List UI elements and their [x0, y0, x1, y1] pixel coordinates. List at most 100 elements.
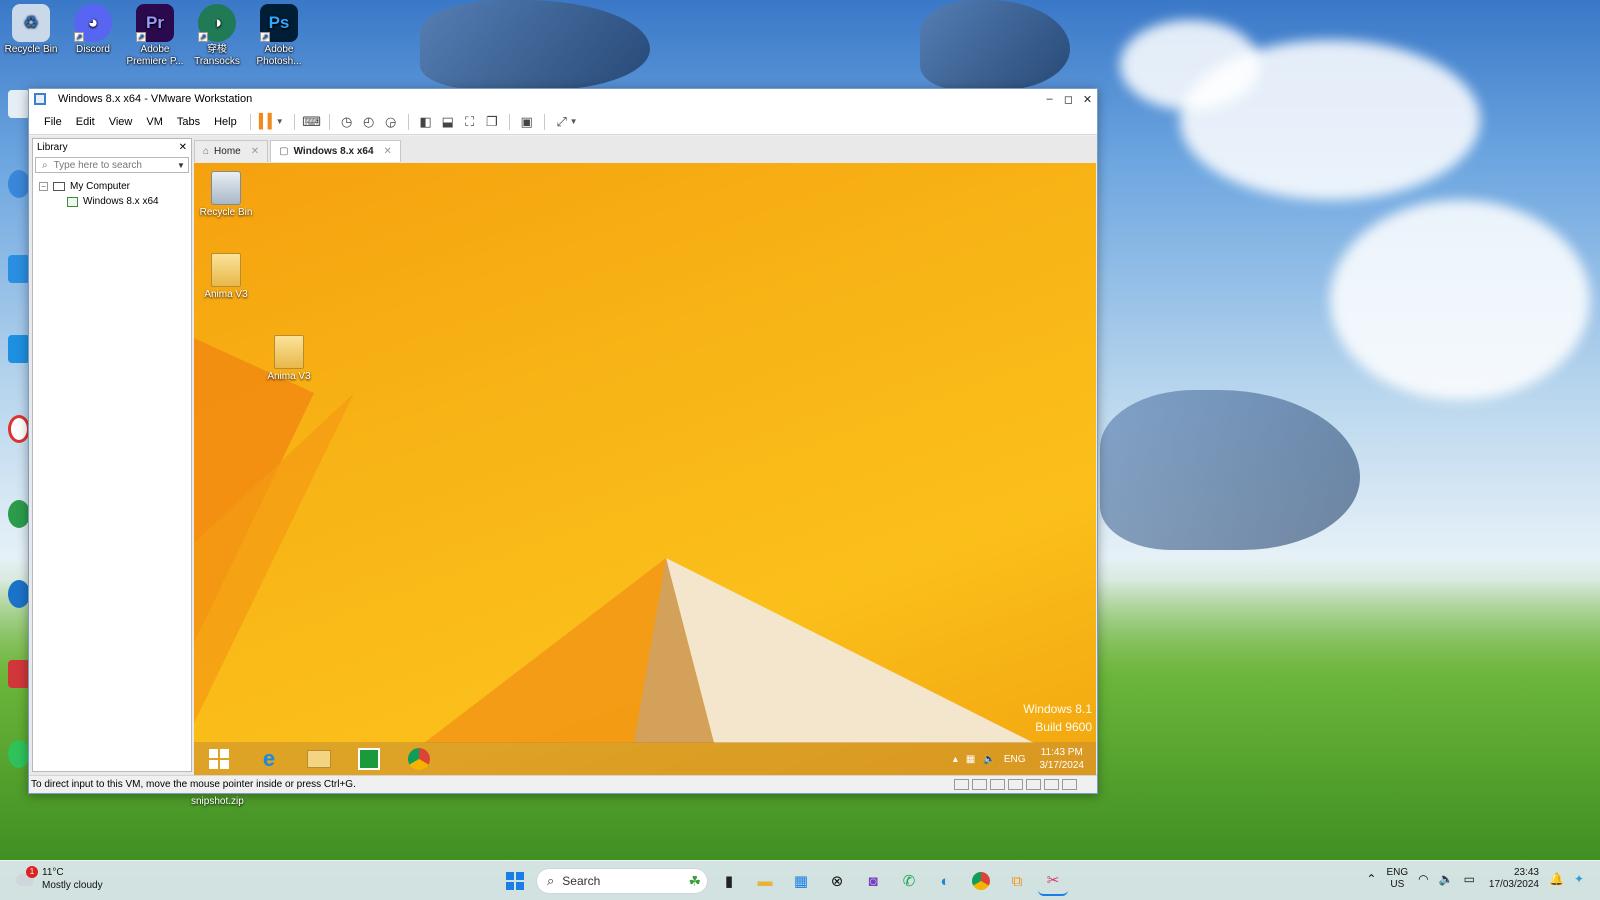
send-ctrl-alt-del-icon[interactable]: ⌨	[301, 112, 323, 132]
snapshot-icon[interactable]: ◷	[336, 112, 358, 132]
battery-icon[interactable]: ▭	[1464, 872, 1475, 886]
network-icon[interactable]: ▦	[966, 754, 975, 765]
task-view-icon[interactable]: ▮	[714, 866, 744, 896]
file-explorer-icon[interactable]	[294, 742, 344, 776]
guest-time: 11:43 PM	[1040, 747, 1083, 758]
host-clock[interactable]: 23:43 17/03/2024	[1489, 867, 1539, 891]
desktop-icon-recycle-bin[interactable]: ♻ Recycle Bin	[0, 4, 62, 68]
tab-home[interactable]: ⌂ Home ✕	[194, 140, 269, 162]
app-icon[interactable]	[8, 740, 30, 768]
edge-icon[interactable]: ◐	[930, 866, 960, 896]
message-icon[interactable]	[1062, 779, 1077, 790]
language-line: US	[1390, 879, 1405, 890]
menu-view[interactable]: View	[102, 116, 140, 128]
guest-icon-anima-folder[interactable]: Anima V3	[196, 253, 256, 300]
app-icon[interactable]	[8, 335, 30, 363]
chevron-down-icon[interactable]: ▼	[570, 117, 578, 126]
start-button[interactable]	[502, 868, 528, 894]
internet-explorer-icon[interactable]: e	[244, 742, 294, 776]
library-close-button[interactable]: ✕	[179, 142, 187, 153]
app-icon[interactable]	[8, 500, 30, 528]
revert-snapshot-icon[interactable]: ◴	[358, 112, 380, 132]
guest-language[interactable]: ENG	[1004, 754, 1026, 765]
show-library-icon[interactable]: ◧	[415, 112, 437, 132]
guest-icon-recycle-bin[interactable]: Recycle Bin	[196, 171, 256, 218]
desktop-icon-photoshop[interactable]: Ps ↗ Adobe Photosh...	[248, 4, 310, 68]
desktop-icon-transocks[interactable]: ◑ ↗ 穿梭 Transocks	[186, 4, 248, 68]
menu-help[interactable]: Help	[207, 116, 244, 128]
desktop-icon-label: Adobe Photosh...	[256, 44, 302, 67]
tree-item-my-computer[interactable]: − My Computer	[39, 179, 191, 194]
guest-clock[interactable]: 11:43 PM 3/17/2024	[1040, 746, 1085, 772]
store-icon[interactable]	[344, 742, 394, 776]
tab-close-icon[interactable]: ✕	[251, 146, 259, 157]
app-icon[interactable]: ◙	[858, 866, 888, 896]
microsoft-store-icon[interactable]: ▦	[786, 866, 816, 896]
minimize-button[interactable]: –	[1040, 93, 1059, 106]
full-screen-icon[interactable]: ⛶	[459, 112, 481, 132]
network-adapter-icon[interactable]	[990, 779, 1005, 790]
library-search[interactable]: ⌕ Type here to search ▼	[35, 157, 189, 173]
chevron-down-icon[interactable]: ▼	[174, 161, 188, 170]
sound-card-icon[interactable]	[1008, 779, 1023, 790]
hard-disk-icon[interactable]	[954, 779, 969, 790]
host-date: 17/03/2024	[1488, 879, 1539, 890]
taskbar-search[interactable]: ⌕ Search ☘	[536, 868, 708, 894]
close-button[interactable]: ✕	[1078, 93, 1097, 106]
cd-drive-icon[interactable]	[972, 779, 987, 790]
library-header: Library ✕	[33, 139, 191, 155]
chrome-icon[interactable]	[966, 866, 996, 896]
app-icon[interactable]	[8, 255, 30, 283]
desktop-icon-discord[interactable]: ◕ ↗ Discord	[62, 4, 124, 68]
guest-screen[interactable]: Recycle Bin Anima V3 Anima V3 Windows 8.…	[194, 163, 1096, 776]
maximize-button[interactable]: ◻	[1059, 93, 1078, 106]
console-view-icon[interactable]: ▣	[516, 112, 538, 132]
menu-edit[interactable]: Edit	[69, 116, 102, 128]
notification-bell-icon[interactable]: 🔔	[1549, 872, 1564, 886]
app-icon[interactable]	[8, 90, 30, 118]
app-icon[interactable]	[8, 660, 30, 688]
vmware-icon[interactable]: ⧉	[1002, 866, 1032, 896]
weather-widget[interactable]: 1 11°C Mostly cloudy	[14, 866, 103, 892]
menu-tabs[interactable]: Tabs	[170, 116, 207, 128]
volume-icon[interactable]: 🔈	[1439, 872, 1454, 886]
whatsapp-icon[interactable]: ✆	[894, 866, 924, 896]
xbox-icon[interactable]: ⊗	[822, 866, 852, 896]
snipping-tool-icon[interactable]: ✂	[1038, 866, 1068, 896]
display-icon[interactable]	[1044, 779, 1059, 790]
tab-close-icon[interactable]: ✕	[384, 146, 392, 157]
toolbar-separator	[508, 113, 510, 130]
file-explorer-icon[interactable]: ▬	[750, 866, 780, 896]
chevron-up-icon[interactable]: ▴	[953, 754, 958, 765]
guest-icon-anima-zip[interactable]: Anima V3	[259, 335, 319, 382]
guest-taskbar: e ▴ ▦ 🔈 ENG 11:43 PM 3/17/2024	[194, 742, 1096, 776]
snapshot-manager-icon[interactable]: ◶	[380, 112, 402, 132]
app-icon[interactable]	[8, 580, 30, 608]
volume-icon[interactable]: 🔈	[983, 754, 995, 765]
background-cloud	[1120, 20, 1260, 110]
desktop-icon-premiere[interactable]: Pr ↗ Adobe Premiere P...	[124, 4, 186, 68]
collapse-icon[interactable]: −	[39, 182, 48, 191]
vm-icon: ▢	[279, 146, 289, 157]
language-indicator[interactable]: ENG US	[1386, 867, 1408, 891]
title-bar[interactable]: Windows 8.x x64 - VMware Workstation – ◻…	[29, 89, 1097, 109]
shortcut-arrow-icon: ↗	[136, 32, 146, 42]
usb-icon[interactable]	[1026, 779, 1041, 790]
watermark-line: Windows 8.1	[1023, 702, 1092, 716]
tree-item-vm[interactable]: Windows 8.x x64	[39, 194, 191, 209]
menu-file[interactable]: File	[37, 116, 69, 128]
library-search-input[interactable]: Type here to search	[48, 160, 174, 171]
app-icon[interactable]	[8, 170, 30, 198]
copilot-icon[interactable]: ✦	[1574, 872, 1584, 886]
wifi-icon[interactable]: ◠	[1418, 872, 1428, 886]
chrome-icon[interactable]	[394, 742, 444, 776]
desktop-file-snipshot[interactable]: snipshot.zip	[191, 796, 244, 807]
thumbnail-bar-icon[interactable]: ⬓	[437, 112, 459, 132]
unity-icon[interactable]: ❐	[481, 112, 503, 132]
tab-vm[interactable]: ▢ Windows 8.x x64 ✕	[270, 140, 401, 162]
chevron-down-icon[interactable]: ▼	[276, 117, 284, 126]
chevron-up-icon[interactable]: ⌃	[1366, 872, 1376, 886]
menu-vm[interactable]: VM	[139, 116, 170, 128]
guest-start-button[interactable]	[194, 742, 244, 776]
app-icon[interactable]	[8, 415, 30, 443]
